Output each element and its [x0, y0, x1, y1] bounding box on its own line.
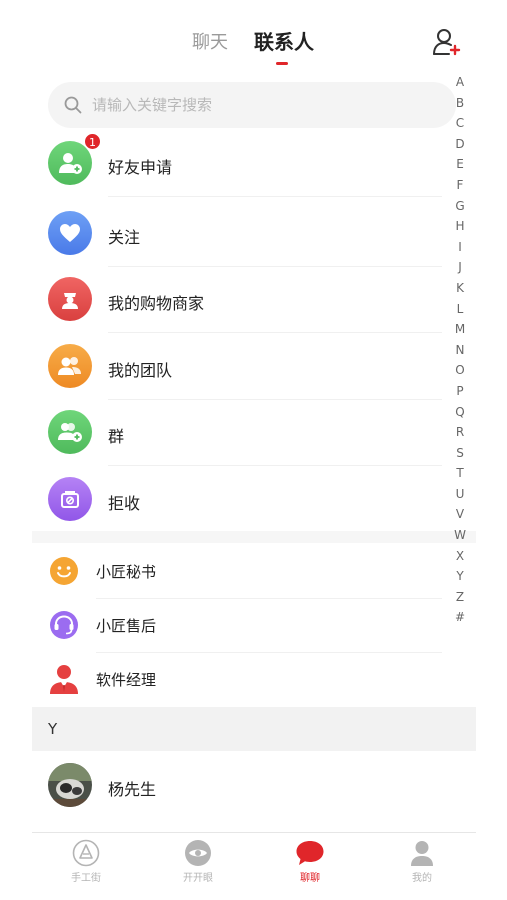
alphabet-index-letter[interactable]: P — [450, 381, 470, 402]
divider — [108, 332, 442, 333]
list-item-label: 好友申请 — [108, 158, 173, 177]
smile-face-icon — [50, 557, 78, 585]
alphabet-index-letter[interactable]: Y — [450, 566, 470, 587]
list-item-follow[interactable]: 关注 — [32, 201, 442, 267]
manager-icon — [50, 665, 78, 694]
shop-icon — [72, 839, 100, 867]
nav-item-chat[interactable]: 聊聊 — [270, 839, 350, 884]
alphabet-index-letter[interactable]: S — [450, 443, 470, 464]
divider — [108, 465, 442, 466]
bottom-nav: 手工街 开开眼 聊聊 我的 — [32, 832, 476, 900]
headset-icon — [50, 611, 78, 639]
alphabet-index-letter[interactable]: A — [450, 72, 470, 93]
nav-label: 我的 — [412, 873, 432, 884]
tab-contacts[interactable]: 联系人 — [254, 26, 314, 55]
alphabet-index-letter[interactable]: M — [450, 319, 470, 340]
alphabet-index-letter[interactable]: T — [450, 463, 470, 484]
list-item-label: 我的团队 — [108, 361, 173, 380]
nav-item-explore[interactable]: 开开眼 — [158, 839, 238, 884]
section-letter: Y — [48, 720, 58, 738]
list-item-label: 关注 — [108, 228, 141, 247]
alphabet-index-letter[interactable]: E — [450, 154, 470, 175]
list-item-secretary[interactable]: 小匠秘书 — [32, 545, 442, 599]
list-item-after-sales[interactable]: 小匠售后 — [32, 599, 442, 653]
contact-name: 杨先生 — [108, 780, 157, 799]
alphabet-index-letter[interactable]: G — [450, 196, 470, 217]
eye-icon — [185, 840, 211, 866]
nav-item-profile[interactable]: 我的 — [382, 839, 462, 884]
header: 聊天 联系人 — [32, 0, 476, 76]
list-item-friend-requests[interactable]: 1 好友申请 — [32, 131, 442, 197]
alphabet-index-letter[interactable]: B — [450, 93, 470, 114]
list-item-blocked[interactable]: 拒收 — [32, 467, 442, 533]
list-item-label: 群 — [108, 427, 125, 446]
alphabet-index-letter[interactable]: N — [450, 340, 470, 361]
section-spacer — [32, 531, 476, 543]
nav-item-shop[interactable]: 手工街 — [46, 839, 126, 884]
heart-icon — [48, 211, 92, 255]
alphabet-index-letter[interactable]: D — [450, 134, 470, 155]
list-item-label: 拒收 — [108, 494, 141, 513]
alphabet-index-letter[interactable]: U — [450, 484, 470, 505]
alphabet-index-letter[interactable]: H — [450, 216, 470, 237]
list-item-groups[interactable]: 群 — [32, 400, 442, 466]
alphabet-index-letter[interactable]: Q — [450, 402, 470, 423]
search-bar[interactable] — [48, 82, 456, 128]
group-add-icon — [48, 410, 92, 454]
search-icon — [64, 96, 82, 114]
alphabet-index-letter[interactable]: V — [450, 504, 470, 525]
chat-bubble-icon — [296, 841, 324, 865]
alphabet-index-letter[interactable]: K — [450, 278, 470, 299]
alphabet-index-letter[interactable]: X — [450, 546, 470, 567]
list-item-label: 我的购物商家 — [108, 294, 205, 313]
active-tab-indicator — [276, 62, 288, 65]
profile-icon — [411, 841, 433, 866]
nav-label: 开开眼 — [183, 873, 213, 884]
contacts-screen: 聊天 联系人 1 好友申请 关注 — [32, 0, 476, 900]
alphabet-index-letter[interactable]: L — [450, 299, 470, 320]
alphabet-index-letter[interactable]: # — [450, 607, 470, 628]
list-item-label: 小匠售后 — [96, 617, 157, 635]
alphabet-index-letter[interactable]: O — [450, 360, 470, 381]
person-add-icon — [48, 141, 92, 185]
section-header-y: Y — [32, 707, 476, 751]
alphabet-index-letter[interactable]: I — [450, 237, 470, 258]
tab-chat[interactable]: 聊天 — [192, 28, 228, 54]
alphabet-index-letter[interactable]: F — [450, 175, 470, 196]
alphabet-index-letter[interactable]: J — [450, 257, 470, 278]
list-item-label: 小匠秘书 — [96, 563, 157, 581]
unread-badge: 1 — [84, 133, 101, 150]
alphabet-index-letter[interactable]: Z — [450, 587, 470, 608]
divider — [108, 196, 442, 197]
photo-avatar — [48, 763, 92, 807]
alphabet-index-letter[interactable]: C — [450, 113, 470, 134]
nav-label: 手工街 — [71, 873, 101, 884]
block-icon — [48, 477, 92, 521]
list-item-my-team[interactable]: 我的团队 — [32, 334, 442, 400]
search-input[interactable] — [92, 82, 442, 128]
contact-row[interactable]: 杨先生 — [32, 753, 442, 819]
team-icon — [48, 344, 92, 388]
alphabet-index[interactable]: A B C D E F G H I J K L M N O P Q R S T U V W X Y Z # — [450, 72, 470, 628]
list-item-label: 软件经理 — [96, 671, 157, 689]
alphabet-index-letter[interactable]: W — [450, 525, 470, 546]
person-add-icon[interactable] — [431, 26, 463, 58]
alphabet-index-letter[interactable]: R — [450, 422, 470, 443]
list-item-merchants[interactable]: 我的购物商家 — [32, 267, 442, 333]
merchant-icon — [48, 277, 92, 321]
nav-label: 聊聊 — [300, 873, 320, 884]
list-item-software-manager[interactable]: 软件经理 — [32, 653, 442, 707]
